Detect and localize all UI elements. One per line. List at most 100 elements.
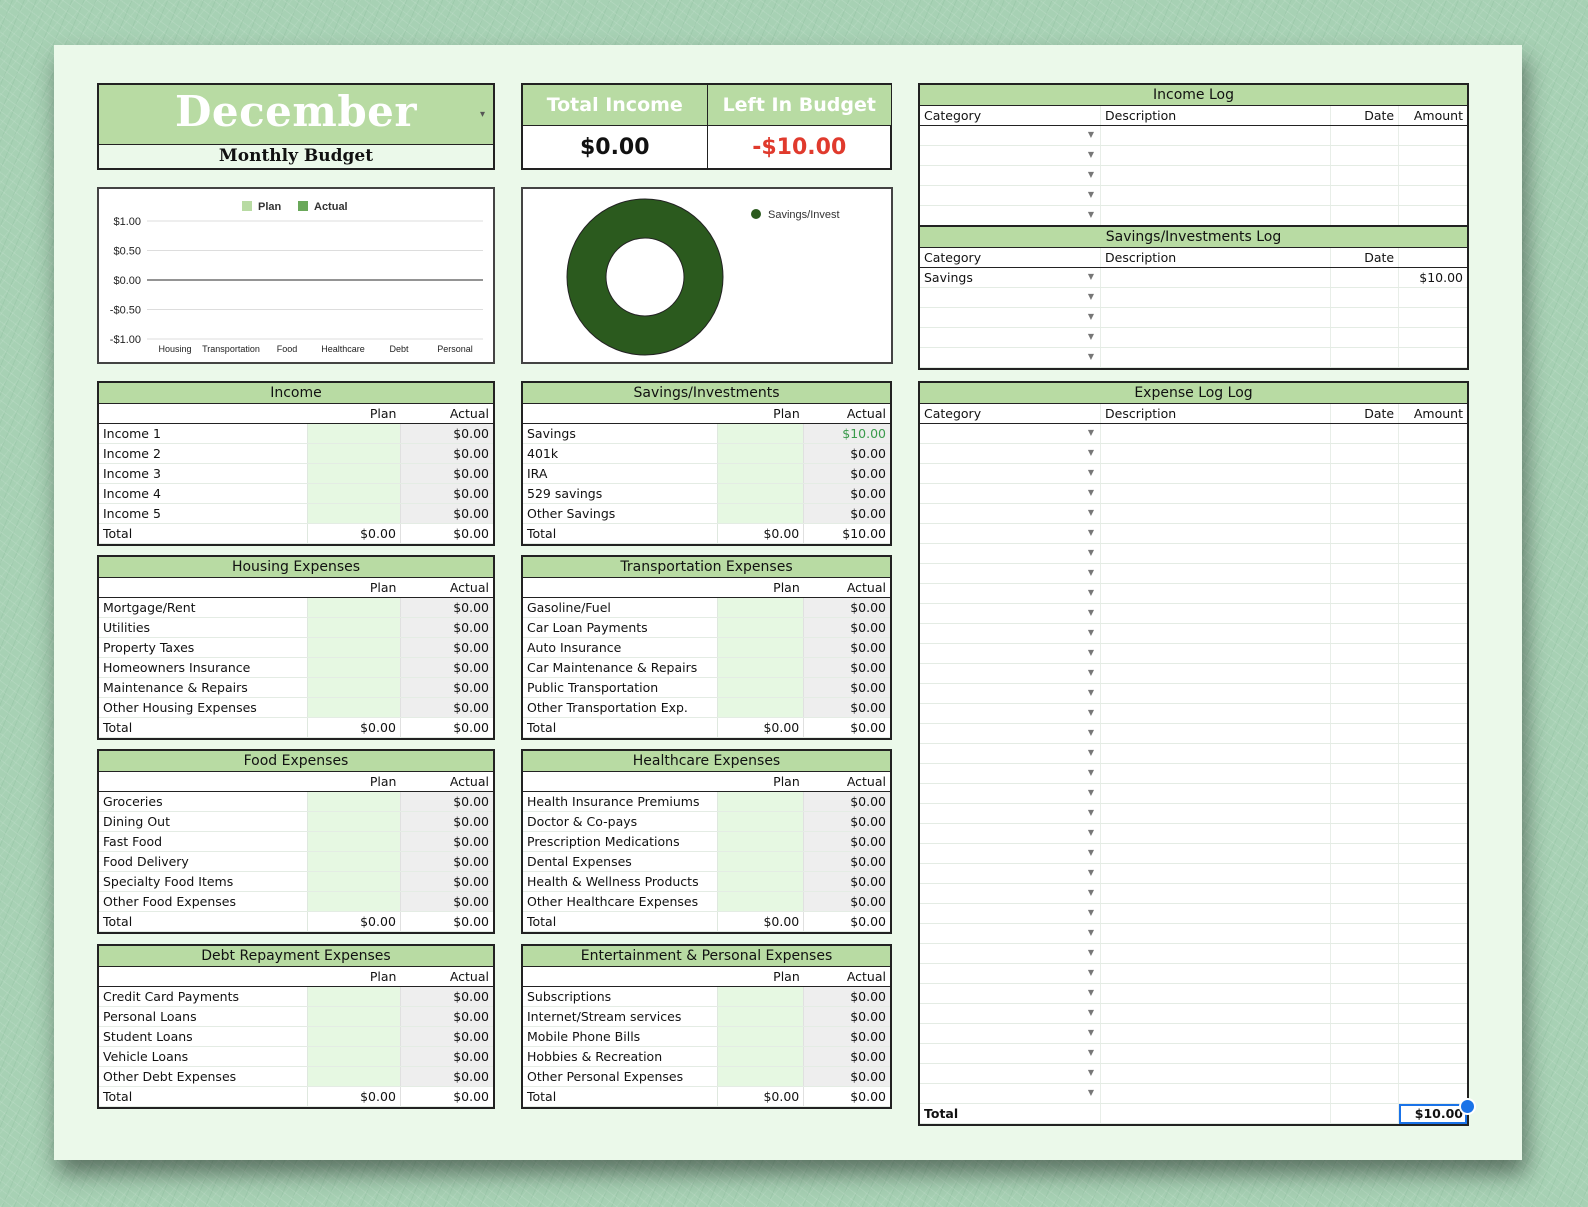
category-dropdown[interactable]: ▼ bbox=[920, 703, 1101, 724]
date-cell[interactable] bbox=[1329, 205, 1399, 226]
plan-input-cell[interactable] bbox=[307, 483, 401, 504]
date-cell[interactable] bbox=[1329, 307, 1399, 328]
description-cell[interactable] bbox=[1100, 1083, 1331, 1104]
plan-input-cell[interactable] bbox=[717, 1066, 804, 1087]
amount-cell[interactable]: $10.00 bbox=[1398, 267, 1467, 288]
plan-input-cell[interactable] bbox=[717, 811, 804, 832]
date-cell[interactable] bbox=[1329, 823, 1399, 844]
selection-fill-handle[interactable] bbox=[1459, 1098, 1476, 1115]
description-cell[interactable] bbox=[1100, 703, 1331, 724]
description-cell[interactable] bbox=[1100, 923, 1331, 944]
date-cell[interactable] bbox=[1329, 563, 1399, 584]
plan-input-cell[interactable] bbox=[307, 597, 401, 618]
plan-input-cell[interactable] bbox=[717, 503, 804, 524]
date-cell[interactable] bbox=[1329, 1023, 1399, 1044]
amount-cell[interactable] bbox=[1398, 883, 1467, 904]
amount-cell[interactable] bbox=[1398, 463, 1467, 484]
description-cell[interactable] bbox=[1100, 563, 1331, 584]
category-dropdown[interactable]: ▼ bbox=[920, 523, 1101, 544]
description-cell[interactable] bbox=[1100, 683, 1331, 704]
description-cell[interactable] bbox=[1100, 483, 1331, 504]
date-cell[interactable] bbox=[1329, 327, 1399, 348]
plan-input-cell[interactable] bbox=[307, 443, 401, 464]
dropdown-arrow-icon[interactable]: ▼ bbox=[1088, 308, 1094, 326]
description-cell[interactable] bbox=[1100, 1063, 1331, 1084]
date-cell[interactable] bbox=[1329, 483, 1399, 504]
dropdown-arrow-icon[interactable]: ▼ bbox=[1088, 444, 1094, 462]
dropdown-arrow-icon[interactable]: ▼ bbox=[1088, 724, 1094, 742]
description-cell[interactable] bbox=[1100, 543, 1331, 564]
category-dropdown[interactable]: ▼ bbox=[920, 423, 1101, 444]
category-dropdown[interactable]: ▼ bbox=[920, 683, 1101, 704]
amount-cell[interactable] bbox=[1398, 963, 1467, 984]
date-cell[interactable] bbox=[1329, 423, 1399, 444]
plan-input-cell[interactable] bbox=[717, 677, 804, 698]
plan-input-cell[interactable] bbox=[717, 443, 804, 464]
date-cell[interactable] bbox=[1329, 145, 1399, 166]
date-cell[interactable] bbox=[1329, 903, 1399, 924]
plan-input-cell[interactable] bbox=[717, 891, 804, 912]
description-cell[interactable] bbox=[1100, 843, 1331, 864]
dropdown-arrow-icon[interactable]: ▼ bbox=[1088, 146, 1094, 164]
date-cell[interactable] bbox=[1329, 623, 1399, 644]
category-dropdown[interactable]: ▼ bbox=[920, 903, 1101, 924]
dropdown-arrow-icon[interactable]: ▼ bbox=[1088, 784, 1094, 802]
total-income-cell[interactable]: Total Income $0.00 bbox=[523, 85, 707, 168]
description-cell[interactable] bbox=[1100, 943, 1331, 964]
amount-cell[interactable] bbox=[1398, 423, 1467, 444]
description-cell[interactable] bbox=[1100, 307, 1331, 328]
description-cell[interactable] bbox=[1100, 267, 1331, 288]
month-title[interactable]: December bbox=[99, 87, 493, 136]
date-cell[interactable] bbox=[1329, 923, 1399, 944]
amount-cell[interactable] bbox=[1398, 1023, 1467, 1044]
description-cell[interactable] bbox=[1100, 963, 1331, 984]
plan-input-cell[interactable] bbox=[717, 597, 804, 618]
category-dropdown[interactable]: ▼ bbox=[920, 307, 1101, 328]
category-dropdown[interactable]: ▼ bbox=[920, 563, 1101, 584]
dropdown-arrow-icon[interactable]: ▼ bbox=[1088, 804, 1094, 822]
date-cell[interactable] bbox=[1329, 443, 1399, 464]
amount-cell[interactable] bbox=[1398, 327, 1467, 348]
plan-input-cell[interactable] bbox=[307, 463, 401, 484]
category-dropdown[interactable]: ▼ bbox=[920, 125, 1101, 146]
dropdown-arrow-icon[interactable]: ▼ bbox=[1088, 288, 1094, 306]
plan-input-cell[interactable] bbox=[717, 617, 804, 638]
amount-cell[interactable] bbox=[1398, 583, 1467, 604]
date-cell[interactable] bbox=[1329, 683, 1399, 704]
description-cell[interactable] bbox=[1100, 823, 1331, 844]
date-cell[interactable] bbox=[1329, 703, 1399, 724]
category-dropdown[interactable]: Savings ▼ bbox=[920, 267, 1101, 288]
dropdown-arrow-icon[interactable]: ▼ bbox=[1088, 1084, 1094, 1102]
amount-cell[interactable] bbox=[1398, 703, 1467, 724]
date-cell[interactable] bbox=[1329, 463, 1399, 484]
description-cell[interactable] bbox=[1100, 347, 1331, 368]
amount-cell[interactable] bbox=[1398, 683, 1467, 704]
description-cell[interactable] bbox=[1100, 603, 1331, 624]
plan-input-cell[interactable] bbox=[307, 637, 401, 658]
category-dropdown[interactable]: ▼ bbox=[920, 723, 1101, 744]
chevron-down-icon[interactable]: ▾ bbox=[480, 109, 485, 120]
date-cell[interactable] bbox=[1329, 1083, 1399, 1104]
description-cell[interactable] bbox=[1100, 743, 1331, 764]
plan-input-cell[interactable] bbox=[307, 891, 401, 912]
date-cell[interactable] bbox=[1329, 287, 1399, 308]
category-dropdown[interactable]: ▼ bbox=[920, 185, 1101, 206]
category-dropdown[interactable]: ▼ bbox=[920, 205, 1101, 226]
category-dropdown[interactable]: ▼ bbox=[920, 327, 1101, 348]
date-cell[interactable] bbox=[1329, 803, 1399, 824]
plan-input-cell[interactable] bbox=[717, 1006, 804, 1027]
date-cell[interactable] bbox=[1329, 267, 1399, 288]
amount-cell[interactable] bbox=[1398, 783, 1467, 804]
dropdown-arrow-icon[interactable]: ▼ bbox=[1088, 884, 1094, 902]
dropdown-arrow-icon[interactable]: ▼ bbox=[1088, 624, 1094, 642]
category-dropdown[interactable]: ▼ bbox=[920, 823, 1101, 844]
plan-input-cell[interactable] bbox=[717, 871, 804, 892]
date-cell[interactable] bbox=[1329, 983, 1399, 1004]
description-cell[interactable] bbox=[1100, 1003, 1331, 1024]
dropdown-arrow-icon[interactable]: ▼ bbox=[1088, 644, 1094, 662]
category-dropdown[interactable]: ▼ bbox=[920, 983, 1101, 1004]
amount-cell[interactable] bbox=[1398, 443, 1467, 464]
category-dropdown[interactable]: ▼ bbox=[920, 1003, 1101, 1024]
description-cell[interactable] bbox=[1100, 783, 1331, 804]
date-cell[interactable] bbox=[1329, 863, 1399, 884]
